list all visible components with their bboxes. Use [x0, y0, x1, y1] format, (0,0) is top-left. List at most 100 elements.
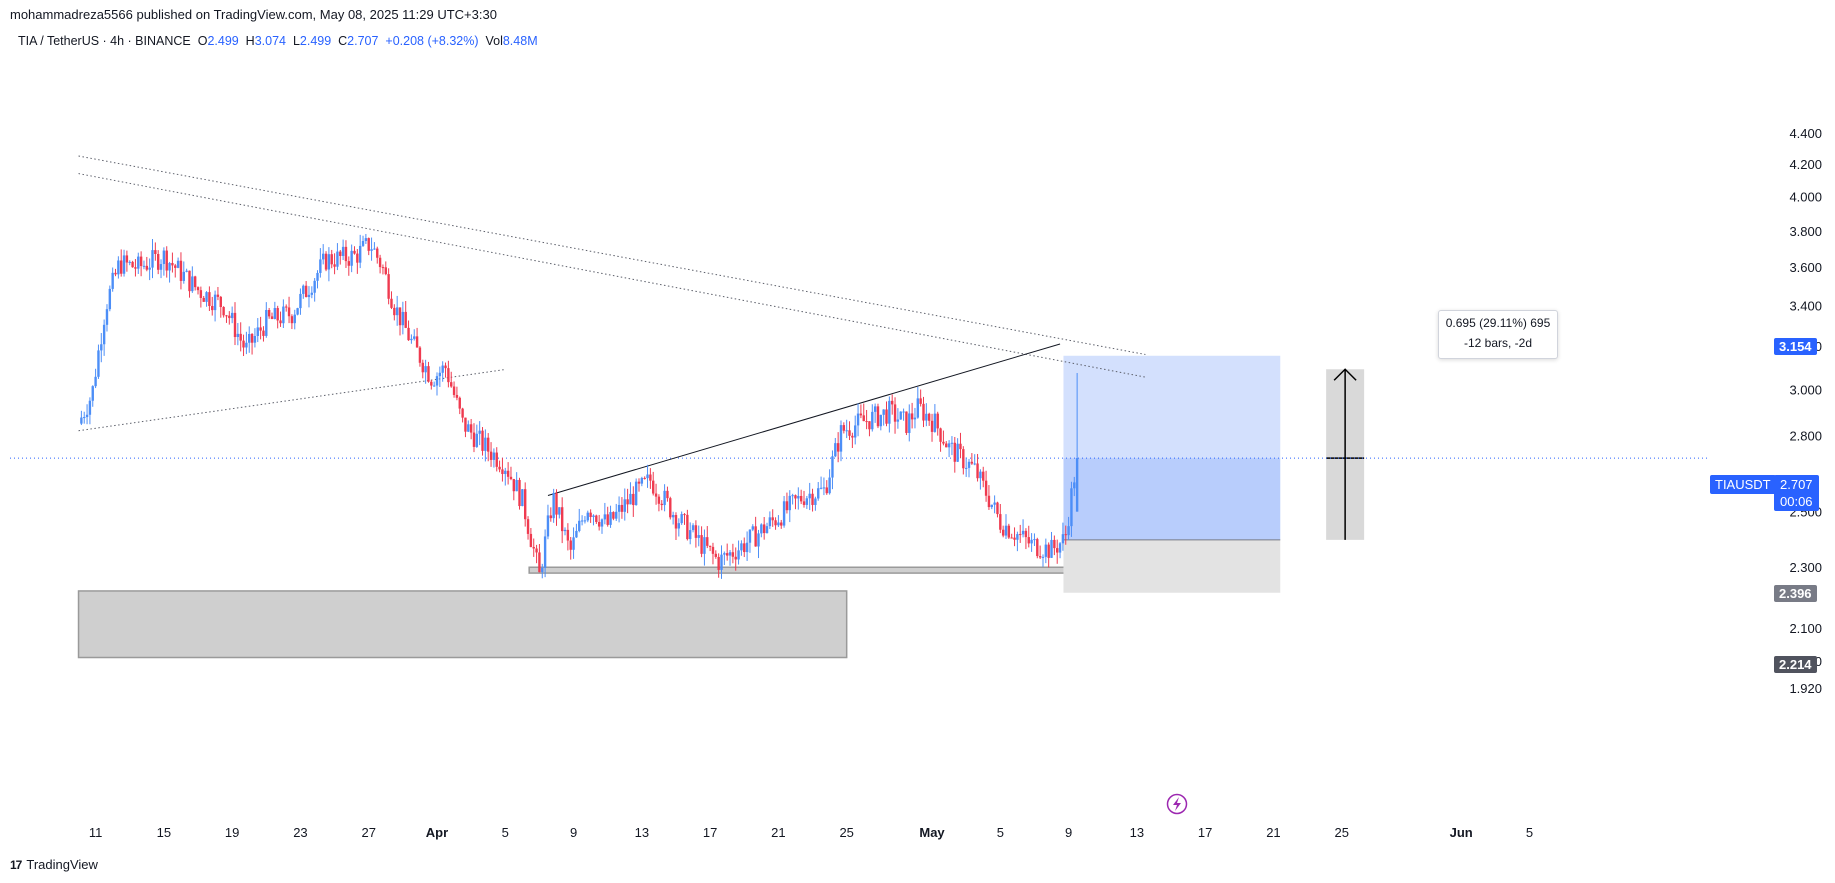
time-axis[interactable]: 11 15 19 23 27 Apr 5 9 13 17 21 25 May 5 9 13 17 21 25 Jun 5: [89, 793, 1533, 841]
candle-body-331: [1021, 530, 1025, 535]
candle-body-94: [347, 261, 351, 266]
candle-body-102: [370, 249, 373, 251]
candle-body-270: [848, 430, 851, 436]
candle-body-125: [435, 376, 439, 386]
candle-body-7: [100, 344, 103, 351]
candle-body-302: [939, 428, 942, 442]
time-tick-label-16: 17: [1198, 825, 1212, 840]
candle-body-278: [871, 411, 874, 430]
candle-body-335: [1033, 539, 1036, 541]
candle-body-213: [686, 514, 689, 540]
candle-body-84: [319, 259, 322, 273]
event-flash-icon: [1166, 793, 1188, 815]
candle-body-166: [552, 492, 555, 519]
candle-body-226: [723, 553, 726, 555]
candle-body-28: [159, 264, 163, 270]
candle-body-33: [174, 265, 177, 268]
candle-body-119: [418, 347, 422, 363]
candle-body-229: [731, 552, 735, 557]
candle-body-35: [179, 260, 183, 281]
candle-body-123: [430, 381, 433, 386]
candle-body-178: [586, 512, 589, 521]
candle-body-275: [862, 415, 865, 422]
price-chart[interactable]: 4.4004.2004.0003.8003.6003.4003.2003.000…: [0, 0, 1835, 883]
candle-body-104: [376, 248, 379, 258]
candle-body-224: [717, 556, 720, 570]
price-axis[interactable]: 4.4004.2004.0003.8003.6003.4003.2003.000…: [1789, 126, 1822, 696]
candle-body-172: [569, 540, 572, 550]
candle-body-12: [114, 272, 117, 275]
candle-body-309: [959, 443, 962, 450]
candle-body-32: [171, 262, 174, 266]
candle-body-321: [993, 502, 996, 505]
candle-body-37: [185, 270, 188, 272]
candle-body-242: [768, 517, 772, 527]
time-tick-label-12: May: [919, 825, 945, 840]
candle-body-30: [165, 250, 168, 271]
time-tick-label-14: 9: [1065, 825, 1072, 840]
candle-body-287: [896, 419, 900, 422]
candle-body-48: [216, 294, 220, 297]
candle-body-62: [256, 327, 259, 336]
candle-body-276: [865, 421, 868, 423]
candle-body-237: [754, 526, 757, 547]
entry-price-badge[interactable]: 2.396: [1774, 585, 1817, 602]
candle-body-248: [785, 501, 789, 511]
candle-body-238: [757, 533, 760, 547]
candle-body-175: [578, 520, 581, 531]
candle-body-289: [902, 411, 905, 413]
candle-body-292: [910, 413, 914, 420]
footer-brand-name: TradingView: [26, 857, 98, 872]
candle-body-140: [478, 430, 481, 434]
stop-price-badge[interactable]: 2.214: [1774, 656, 1817, 673]
candle-body-329: [1016, 534, 1019, 540]
candle-body-240: [762, 524, 766, 534]
candle-body-320: [990, 504, 993, 508]
candle-body-227: [725, 553, 729, 556]
candle-body-69: [276, 308, 279, 321]
candle-body-108: [387, 274, 390, 299]
candle-body-187: [612, 512, 615, 519]
volume-label: Vol: [485, 34, 503, 48]
candle-body-51: [225, 315, 228, 317]
candle-body-160: [535, 548, 538, 553]
footer-brand[interactable]: 17 TradingView: [10, 857, 98, 872]
candle-body-90: [336, 251, 339, 267]
candle-body-23: [145, 265, 149, 270]
candle-body-217: [697, 535, 700, 538]
candle-body-109: [390, 298, 393, 308]
candle-body-326: [1007, 525, 1011, 538]
time-tick-label-3: 23: [293, 825, 307, 840]
candle-body-101: [367, 238, 370, 251]
candle-body-15: [122, 255, 126, 274]
candle-body-42: [199, 290, 203, 298]
symbol-price-badge[interactable]: TIAUSDT: [1710, 475, 1776, 494]
candle-body-182: [597, 521, 601, 527]
candle-body-159: [532, 546, 535, 549]
bar-countdown: 00:06: [1780, 494, 1813, 509]
candle-body-267: [839, 425, 843, 452]
candle-body-339: [1044, 544, 1048, 557]
candle-body-110: [393, 307, 396, 316]
candle-body-58: [245, 342, 248, 348]
candle-body-208: [671, 514, 675, 518]
candle-body-127: [441, 365, 444, 373]
candle-body-176: [580, 520, 584, 522]
candle-body-260: [819, 487, 823, 489]
stop-zone: [1063, 539, 1281, 593]
candle-body-250: [791, 495, 794, 497]
current-price-badge[interactable]: 2.707 00:06: [1774, 475, 1819, 511]
candle-body-316: [979, 471, 982, 479]
candle-body-225: [720, 554, 723, 570]
time-tick-label-2: 19: [225, 825, 239, 840]
candle-body-121: [424, 366, 427, 373]
candle-body-307: [953, 442, 956, 462]
price-tick-label-7: 3.000: [1789, 382, 1822, 397]
candle-body-43: [202, 297, 205, 302]
target-price-badge[interactable]: 3.154: [1774, 338, 1817, 355]
candle-body-151: [509, 476, 513, 480]
candle-body-162: [541, 567, 544, 573]
symbol-label[interactable]: TIA / TetherUS · 4h · BINANCE: [18, 34, 191, 48]
candle-body-158: [529, 533, 533, 547]
candle-body-214: [689, 530, 692, 540]
